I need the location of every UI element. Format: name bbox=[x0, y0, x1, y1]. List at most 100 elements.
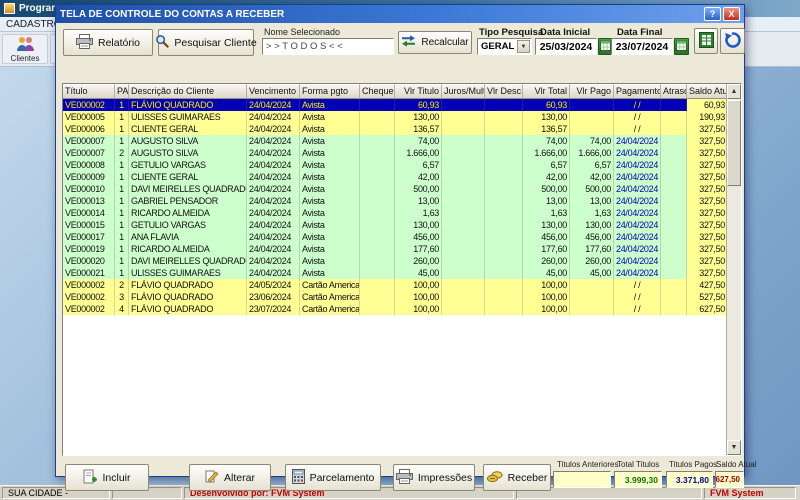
cell-vencimento: 24/04/2024 bbox=[247, 267, 300, 279]
table-row[interactable]: VE0000201DAVI MEIRELLES QUADRADO24/04/20… bbox=[63, 255, 728, 267]
cell-atraso bbox=[661, 171, 687, 183]
cell-vlr_desc bbox=[485, 147, 523, 159]
scroll-up-icon[interactable]: ▲ bbox=[727, 84, 741, 99]
data-inicial-field[interactable]: 25/03/2024 bbox=[535, 38, 597, 55]
table-row[interactable]: VE0000091CLIENTE GERAL24/04/2024Avista42… bbox=[63, 171, 728, 183]
table-row[interactable]: VE0000191RICARDO ALMEIDA24/04/2024Avista… bbox=[63, 243, 728, 255]
contas-a-receber-dialog: TELA DE CONTROLE DO CONTAS A RECEBER ? X… bbox=[55, 4, 745, 477]
parcelamento-button[interactable]: Parcelamento bbox=[285, 464, 381, 491]
table-row[interactable]: VE0000021FLÁVIO QUADRADO24/04/2024Avista… bbox=[63, 99, 728, 111]
toolbar-button-clientes[interactable]: Clientes bbox=[2, 34, 48, 64]
cell-vlr_pago bbox=[570, 123, 614, 135]
column-header-vlr_desc[interactable]: Vlr Desc. bbox=[485, 84, 523, 99]
cell-vlr_titulo: 13,00 bbox=[395, 195, 442, 207]
column-header-titulo[interactable]: Título bbox=[63, 84, 115, 99]
scrollbar-thumb[interactable] bbox=[727, 100, 741, 186]
cell-vlr_pago bbox=[570, 99, 614, 111]
cell-cliente: GABRIEL PENSADOR bbox=[129, 195, 247, 207]
cell-pagamento: 24/04/2024 bbox=[614, 183, 661, 195]
column-header-saldo_atual[interactable]: Saldo Atual bbox=[687, 84, 728, 99]
table-row[interactable]: VE0000131GABRIEL PENSADOR24/04/2024Avist… bbox=[63, 195, 728, 207]
cell-pagamento: 24/04/2024 bbox=[614, 147, 661, 159]
cell-cliente: RICARDO ALMEIDA bbox=[129, 243, 247, 255]
total-titulos-label: Total Titulos bbox=[617, 460, 659, 469]
cell-forma_pgto: Avista bbox=[300, 147, 360, 159]
column-header-pa[interactable]: PA bbox=[115, 84, 129, 99]
table-body: VE0000021FLÁVIO QUADRADO24/04/2024Avista… bbox=[63, 99, 741, 315]
column-header-juros_multa[interactable]: Juros/Multa bbox=[442, 84, 485, 99]
nome-selecionado-field[interactable]: > > T O D O S < < bbox=[262, 38, 394, 55]
cell-vencimento: 24/04/2024 bbox=[247, 99, 300, 111]
cell-titulo: VE000002 bbox=[63, 291, 115, 303]
impressoes-button[interactable]: Impressões bbox=[393, 464, 475, 491]
cell-pagamento: 24/04/2024 bbox=[614, 171, 661, 183]
pesquisar-cliente-button[interactable]: Pesquisar Cliente bbox=[158, 29, 254, 56]
help-button[interactable]: ? bbox=[704, 7, 721, 21]
table-row[interactable]: VE0000022FLÁVIO QUADRADO24/05/2024Cartão… bbox=[63, 279, 728, 291]
cell-titulo: VE000020 bbox=[63, 255, 115, 267]
column-header-cheque[interactable]: Cheque bbox=[360, 84, 395, 99]
column-header-vlr_titulo[interactable]: Vlr Titulo bbox=[395, 84, 442, 99]
installments-icon bbox=[292, 469, 305, 487]
column-header-vlr_pago[interactable]: Vlr Pago bbox=[570, 84, 614, 99]
column-header-atraso[interactable]: Atraso bbox=[661, 84, 687, 99]
data-inicial-label: Data Inicial bbox=[540, 27, 590, 38]
cell-titulo: VE000017 bbox=[63, 231, 115, 243]
cell-titulo: VE000002 bbox=[63, 279, 115, 291]
table-row[interactable]: VE0000101DAVI MEIRELLES QUADRADO24/04/20… bbox=[63, 183, 728, 195]
cell-vlr_desc bbox=[485, 111, 523, 123]
column-header-cliente[interactable]: Descrição do Cliente bbox=[129, 84, 247, 99]
cell-cheque bbox=[360, 219, 395, 231]
column-header-forma_pgto[interactable]: Forma pgto bbox=[300, 84, 360, 99]
scroll-down-icon[interactable]: ▼ bbox=[727, 440, 741, 455]
table-row[interactable]: VE0000072AUGUSTO SILVA24/04/2024Avista1.… bbox=[63, 147, 728, 159]
alterar-button[interactable]: Alterar bbox=[189, 464, 271, 491]
data-final-field[interactable]: 23/07/2024 bbox=[611, 38, 673, 55]
cell-cheque bbox=[360, 171, 395, 183]
table-row[interactable]: VE0000151GETULIO VARGAS24/04/2024Avista1… bbox=[63, 219, 728, 231]
cell-vencimento: 24/04/2024 bbox=[247, 147, 300, 159]
tipo-pesquisa-select[interactable]: GERAL ▼ bbox=[477, 38, 532, 55]
column-header-vencimento[interactable]: Vencimento bbox=[247, 84, 300, 99]
cell-atraso bbox=[661, 99, 687, 111]
table-row[interactable]: VE0000023FLÁVIO QUADRADO23/06/2024Cartão… bbox=[63, 291, 728, 303]
cell-vlr_desc bbox=[485, 267, 523, 279]
table-row[interactable]: VE0000051ULISSES GUIMARAES24/04/2024Avis… bbox=[63, 111, 728, 123]
cell-vlr_titulo: 6,57 bbox=[395, 159, 442, 171]
export-excel-button[interactable] bbox=[694, 28, 718, 54]
receber-button[interactable]: Receber bbox=[483, 464, 551, 491]
cell-vlr_titulo: 60,93 bbox=[395, 99, 442, 111]
cell-vencimento: 23/07/2024 bbox=[247, 303, 300, 315]
dialog-titlebar[interactable]: TELA DE CONTROLE DO CONTAS A RECEBER ? X bbox=[56, 5, 744, 23]
incluir-button[interactable]: Incluir bbox=[65, 464, 149, 491]
cell-juros_multa bbox=[442, 255, 485, 267]
table-row[interactable]: VE0000141RICARDO ALMEIDA24/04/2024Avista… bbox=[63, 207, 728, 219]
table-row[interactable]: VE0000211ULISSES GUIMARAES24/04/2024Avis… bbox=[63, 267, 728, 279]
table-row[interactable]: VE0000081GETULIO VARGAS24/04/2024Avista6… bbox=[63, 159, 728, 171]
data-final-calendar-button[interactable] bbox=[674, 38, 689, 55]
recalcular-button[interactable]: Recalcular bbox=[398, 31, 472, 54]
table-row[interactable]: VE0000061CLIENTE GERAL24/04/2024Avista13… bbox=[63, 123, 728, 135]
column-header-vlr_total[interactable]: Vlr Total bbox=[523, 84, 570, 99]
cell-vlr_titulo: 100,00 bbox=[395, 291, 442, 303]
table-row[interactable]: VE0000071AUGUSTO SILVA24/04/2024Avista74… bbox=[63, 135, 728, 147]
receber-label: Receber bbox=[508, 472, 548, 484]
data-final-label: Data Final bbox=[617, 27, 662, 38]
table-row[interactable]: VE0000171ANA FLAVIA24/04/2024Avista456,0… bbox=[63, 231, 728, 243]
cell-vlr_titulo: 177,60 bbox=[395, 243, 442, 255]
cell-juros_multa bbox=[442, 99, 485, 111]
cell-vlr_total: 177,60 bbox=[523, 243, 570, 255]
chevron-down-icon[interactable]: ▼ bbox=[517, 40, 530, 53]
cell-vlr_pago bbox=[570, 111, 614, 123]
cell-cheque bbox=[360, 159, 395, 171]
vertical-scrollbar[interactable]: ▲ ▼ bbox=[726, 84, 741, 455]
table-row[interactable]: VE0000024FLÁVIO QUADRADO23/07/2024Cartão… bbox=[63, 303, 728, 315]
column-header-pagamento[interactable]: Pagamento bbox=[614, 84, 661, 99]
refresh-button[interactable] bbox=[720, 28, 745, 54]
cell-atraso bbox=[661, 147, 687, 159]
cell-atraso bbox=[661, 195, 687, 207]
close-button[interactable]: X bbox=[723, 7, 740, 21]
cell-vlr_desc bbox=[485, 207, 523, 219]
tipo-pesquisa-value: GERAL bbox=[481, 41, 514, 52]
relatorio-button[interactable]: Relatório bbox=[63, 29, 153, 56]
